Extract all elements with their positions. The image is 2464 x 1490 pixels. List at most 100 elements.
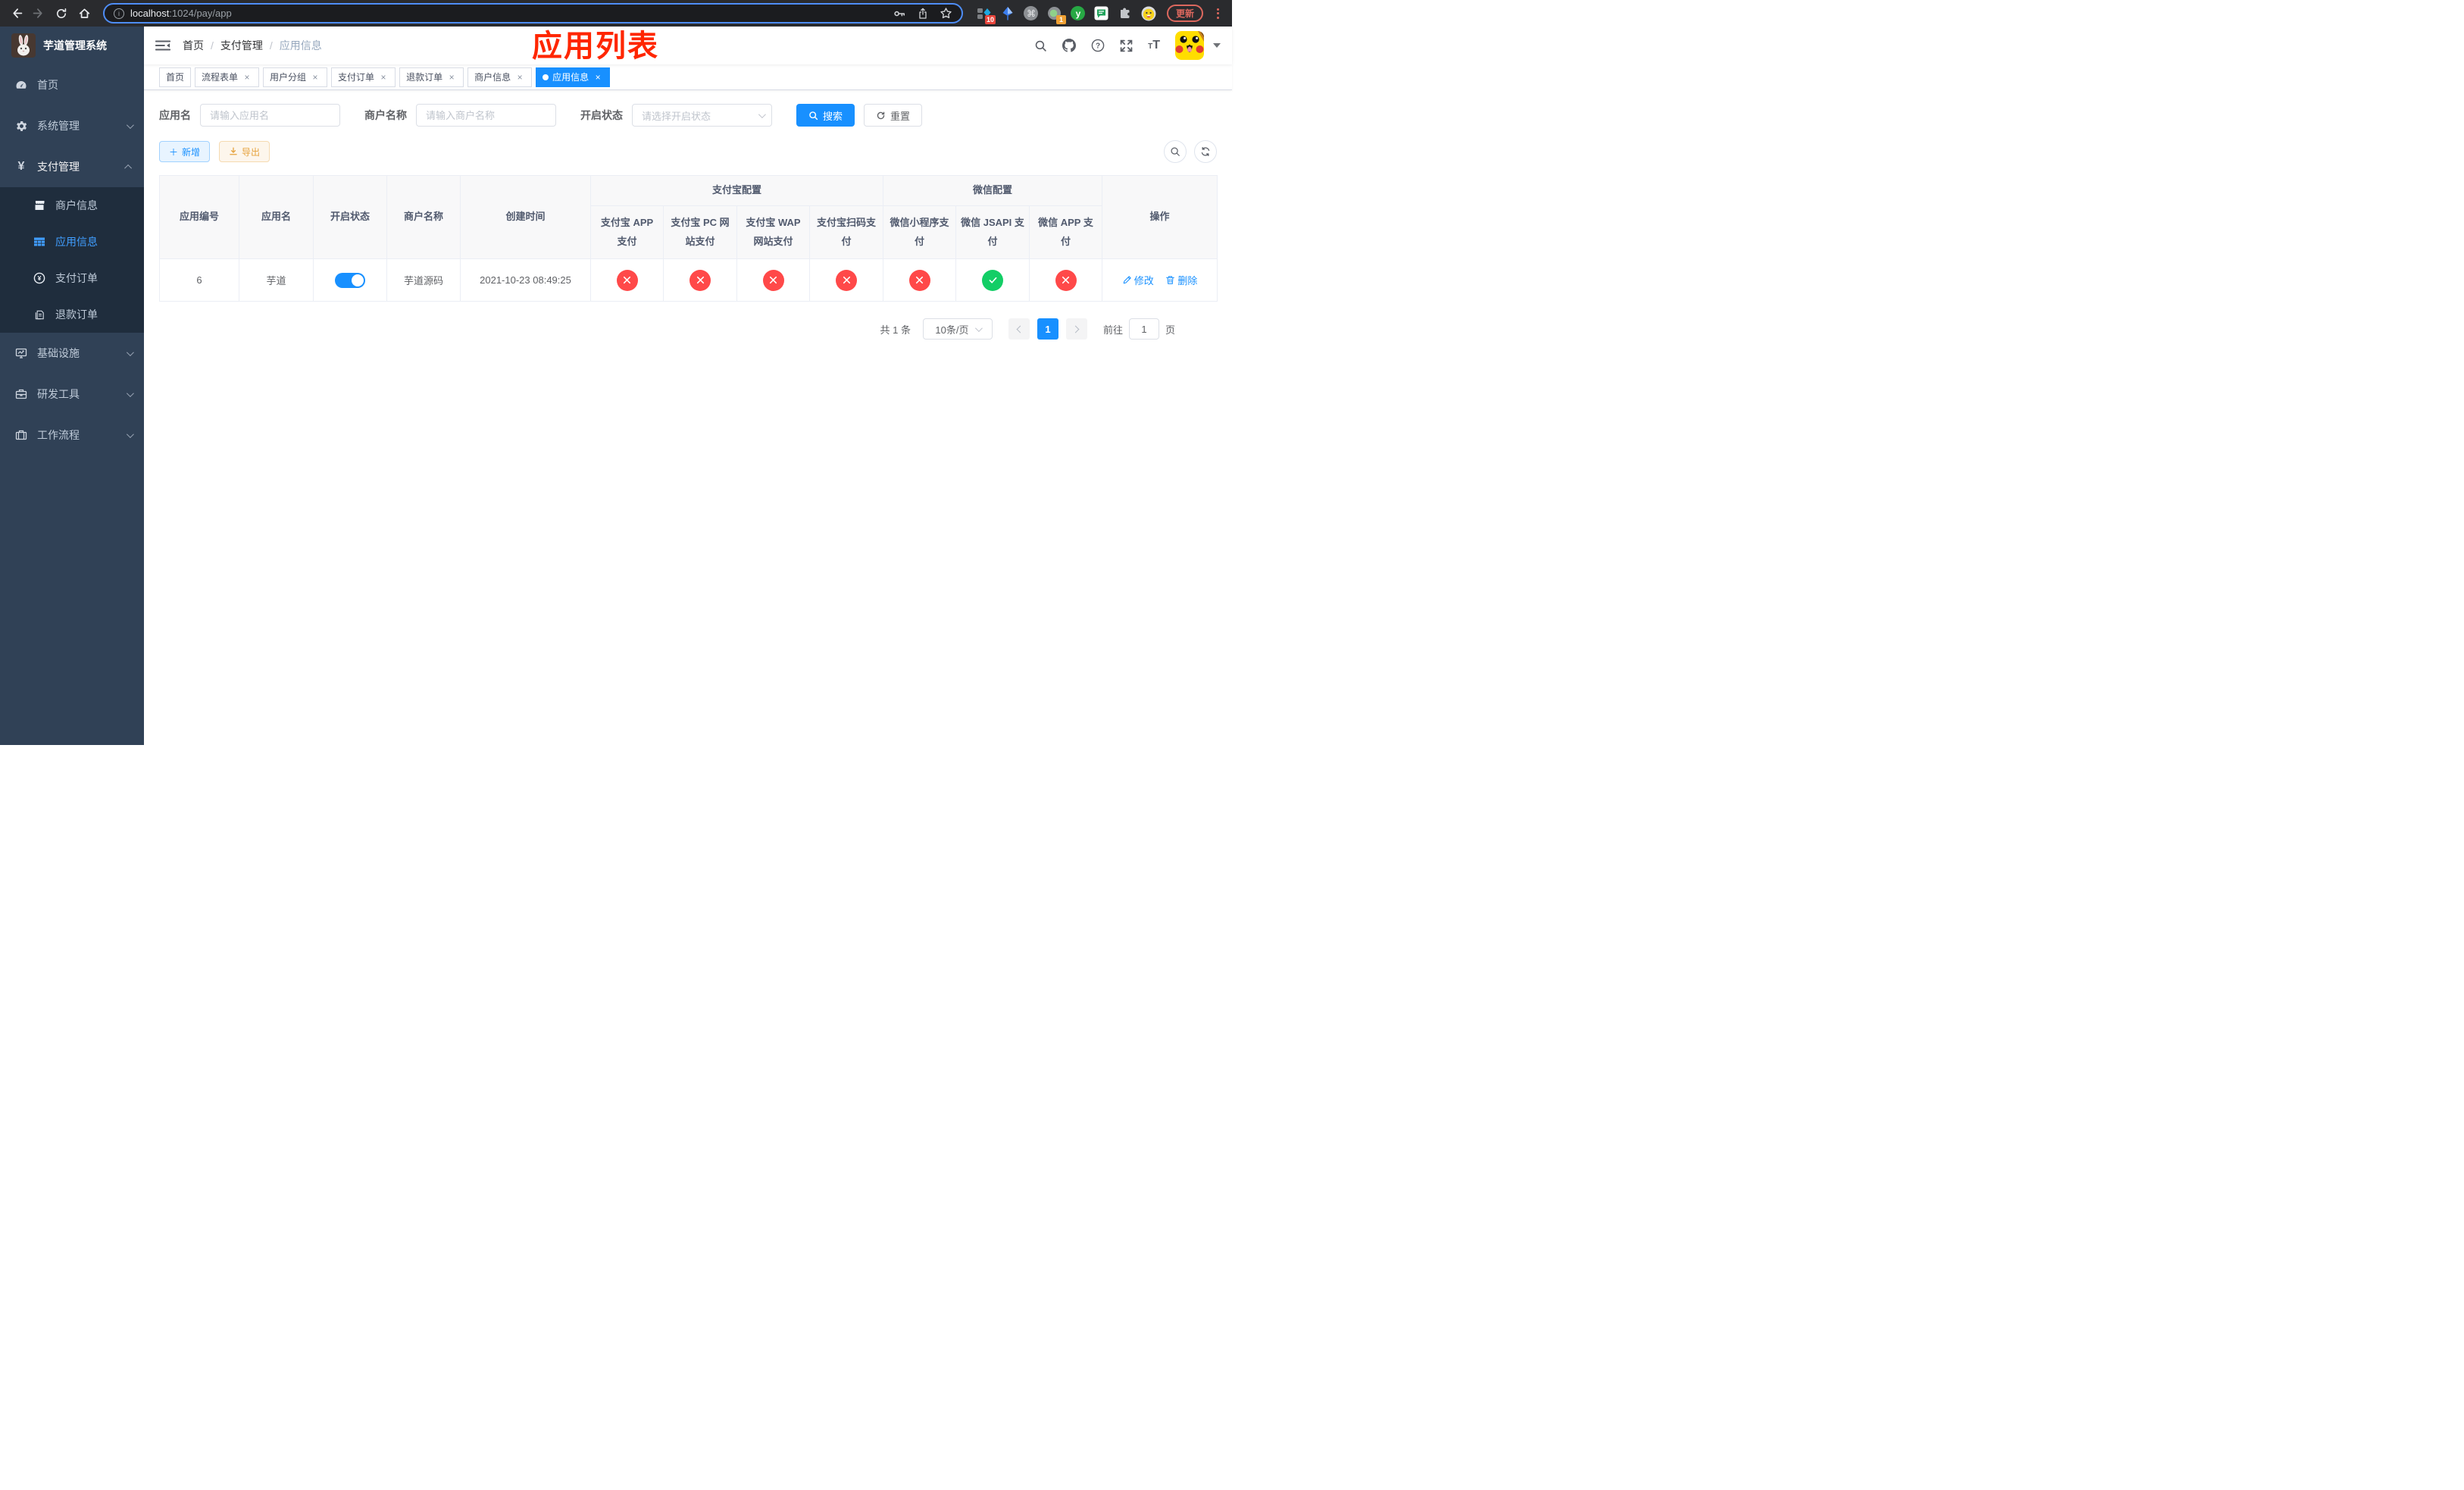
ext-y-icon[interactable]: y — [1071, 6, 1086, 21]
tab-refund-order[interactable]: 退款订单 — [399, 67, 464, 87]
sidebar-item-payment[interactable]: 支付管理 — [0, 146, 144, 187]
add-button[interactable]: 新增 — [159, 141, 211, 162]
page-number[interactable]: 1 — [1037, 318, 1058, 340]
sidebar-item-pay-order[interactable]: ¥ 支付订单 — [0, 260, 144, 296]
sidebar-item-workflow[interactable]: 工作流程 — [0, 415, 144, 455]
address-bar[interactable]: i localhost:1024/pay/app — [103, 3, 963, 23]
tab-merchant-info[interactable]: 商户信息 — [467, 67, 533, 87]
close-icon[interactable] — [446, 72, 457, 83]
page-size-select[interactable]: 10条/页 — [922, 318, 993, 340]
close-icon[interactable] — [514, 72, 525, 83]
ext-chat-icon[interactable] — [1094, 6, 1109, 21]
yen-circle-icon: ¥ — [33, 272, 45, 284]
toggle-search-button[interactable] — [1164, 140, 1187, 163]
breadcrumb-home[interactable]: 首页 — [183, 38, 204, 53]
sidebar-item-merchant-info[interactable]: 商户信息 — [0, 187, 144, 224]
active-dot — [543, 74, 549, 80]
goto-page-input[interactable] — [1128, 318, 1159, 340]
gear-icon — [15, 120, 27, 132]
browser-reload-icon[interactable] — [52, 4, 71, 23]
ext-proxy-icon[interactable]: 1 — [1047, 6, 1066, 24]
sidebar-item-refund-order[interactable]: 退款订单 — [0, 296, 144, 333]
col-header-alipay-pc: 支付宝 PC 网站支付 — [663, 205, 737, 259]
prev-page-button[interactable] — [1008, 318, 1030, 340]
tab-process-form[interactable]: 流程表单 — [195, 67, 260, 87]
col-header-actions: 操作 — [1102, 175, 1218, 259]
browser-update-button[interactable]: 更新 — [1166, 5, 1203, 22]
close-icon[interactable] — [242, 72, 252, 83]
sidebar-item-system[interactable]: 系统管理 — [0, 105, 144, 146]
browser-forward-icon[interactable] — [29, 4, 48, 23]
tab-user-group[interactable]: 用户分组 — [263, 67, 328, 87]
share-icon[interactable] — [917, 8, 929, 20]
help-icon[interactable]: ? — [1091, 39, 1105, 52]
tab-pay-order[interactable]: 支付订单 — [331, 67, 396, 87]
status-badge — [689, 269, 711, 291]
svg-text:¥: ¥ — [38, 274, 42, 282]
site-info-icon[interactable]: i — [114, 8, 124, 19]
sidebar-item-label: 支付管理 — [37, 161, 80, 173]
edit-link[interactable]: 修改 — [1122, 273, 1154, 287]
enabled-toggle[interactable] — [335, 272, 365, 288]
sidebar-logo-row[interactable]: 芋道管理系统 — [0, 27, 144, 64]
ext-kite-icon[interactable] — [1000, 6, 1015, 21]
table-row: 6 芋道 芋道源码 2021-10-23 08:49:25 修改 删除 — [159, 258, 1218, 302]
sidebar-item-dev-tools[interactable]: 研发工具 — [0, 374, 144, 415]
bookmark-star-icon[interactable] — [940, 7, 952, 20]
merchant-name-input[interactable] — [416, 104, 556, 127]
status-select[interactable]: 请选择开启状态 — [632, 104, 772, 127]
document-icon — [33, 308, 45, 321]
app-name-input[interactable] — [200, 104, 340, 127]
url-text: localhost:1024/pay/app — [130, 8, 232, 19]
status-badge — [836, 269, 857, 291]
password-key-icon[interactable] — [893, 7, 906, 20]
close-icon[interactable] — [378, 72, 389, 83]
col-header-app-name: 应用名 — [239, 175, 314, 259]
col-header-app-id: 应用编号 — [159, 175, 239, 259]
breadcrumb: 首页 支付管理 应用信息 — [183, 38, 322, 53]
ext-command-icon[interactable]: ⌘ — [1024, 6, 1039, 21]
tab-home[interactable]: 首页 — [159, 67, 192, 87]
status-label: 开启状态 — [580, 109, 623, 121]
fullscreen-icon[interactable] — [1120, 39, 1133, 52]
col-header-alipay-qr: 支付宝扫码支付 — [808, 205, 884, 259]
browser-back-icon[interactable] — [6, 4, 26, 23]
sidebar-item-infrastructure[interactable]: 基础设施 — [0, 333, 144, 374]
github-icon[interactable] — [1062, 39, 1077, 52]
ext-puzzle-icon[interactable] — [1118, 6, 1133, 21]
cell-created: 2021-10-23 08:49:25 — [460, 258, 591, 302]
font-size-icon[interactable] — [1148, 39, 1160, 52]
header-search-icon[interactable] — [1034, 39, 1047, 52]
cell-merchant: 芋道源码 — [386, 258, 461, 302]
user-avatar[interactable] — [1175, 31, 1204, 60]
ext-emoji-icon[interactable] — [1141, 6, 1156, 21]
collapse-sidebar-icon[interactable] — [155, 39, 170, 52]
sidebar-item-home[interactable]: 首页 — [0, 64, 144, 105]
col-header-status: 开启状态 — [313, 175, 387, 259]
sidebar-item-app-info[interactable]: 应用信息 — [0, 224, 144, 260]
tab-app-info[interactable]: 应用信息 — [536, 67, 611, 87]
breadcrumb-current: 应用信息 — [279, 39, 322, 52]
breadcrumb-payment[interactable]: 支付管理 — [220, 38, 263, 53]
reset-button[interactable]: 重置 — [864, 104, 923, 127]
close-icon[interactable] — [310, 72, 321, 83]
ext-tampermonkey-icon[interactable]: 10 — [977, 6, 996, 24]
delete-link[interactable]: 删除 — [1165, 273, 1197, 287]
yen-icon — [15, 161, 27, 173]
avatar-dropdown-caret[interactable] — [1213, 43, 1221, 48]
browser-menu-icon[interactable] — [1213, 8, 1223, 19]
next-page-button[interactable] — [1065, 318, 1087, 340]
annotation-title: 应用列表 — [532, 30, 659, 63]
plus-icon — [169, 146, 178, 158]
ext-badge: 10 — [984, 14, 996, 24]
sidebar-item-label: 工作流程 — [37, 429, 80, 441]
browser-home-icon[interactable] — [74, 4, 94, 23]
export-button[interactable]: 导出 — [219, 141, 270, 162]
status-badge — [908, 269, 930, 291]
search-button[interactable]: 搜索 — [796, 104, 855, 127]
close-icon[interactable] — [593, 72, 603, 83]
sidebar: 芋道管理系统 首页 系统管理 支付管理 商户信息 — [0, 27, 144, 745]
sidebar-item-label: 研发工具 — [37, 388, 80, 400]
chevron-up-icon — [124, 164, 133, 172]
refresh-table-button[interactable] — [1194, 140, 1217, 163]
